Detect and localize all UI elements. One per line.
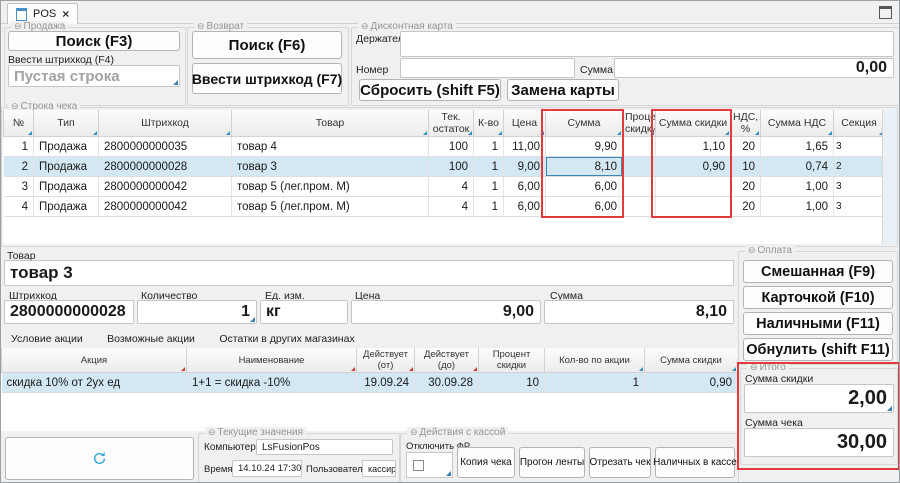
total-group: ⊖Итого Сумма скидки 2,00 Сумма чека 30,0…	[740, 368, 898, 465]
cut-receipt-button[interactable]: Отрезать чек	[589, 447, 651, 478]
unit-field[interactable]: кг	[260, 300, 348, 324]
collapse-icon: ⊖	[750, 362, 758, 372]
price-field[interactable]: 9,00	[351, 300, 541, 324]
collapse-icon: ⊖	[361, 21, 369, 31]
reset-card-button[interactable]: Сбросить (shift F5)	[359, 79, 501, 101]
card-sum-label: Сумма	[580, 64, 613, 76]
receipt-copy-button[interactable]: Копия чека	[457, 447, 515, 478]
pay-card-button[interactable]: Карточкой (F10)	[743, 286, 893, 309]
computer-field[interactable]: LsFusionPos	[256, 439, 393, 455]
column-header[interactable]: Сумма НДС	[761, 110, 834, 137]
current-values-title: Текущие значения	[218, 427, 304, 438]
column-header[interactable]: №	[4, 110, 34, 137]
sale-search-button[interactable]: Поиск (F3)	[8, 31, 180, 51]
sale-group: ⊖Продажа Поиск (F3) Ввести штрихкод (F4)…	[4, 27, 186, 106]
return-search-button[interactable]: Поиск (F6)	[192, 31, 342, 59]
close-icon[interactable]: ×	[62, 9, 69, 19]
restore-window-icon[interactable]	[879, 6, 892, 19]
column-header[interactable]: Кол-во по акции	[545, 348, 645, 373]
column-header[interactable]: Тек. остаток	[429, 110, 474, 137]
column-header[interactable]: Действует (до)	[415, 348, 479, 373]
column-header[interactable]: НДС, %	[731, 110, 761, 137]
computer-label: Компьютер	[204, 442, 256, 453]
sale-barcode-placeholder: Пустая строка	[14, 68, 120, 85]
user-label: Пользователь	[306, 464, 368, 475]
refresh-button[interactable]	[5, 437, 194, 480]
column-header[interactable]: К-во	[474, 110, 504, 137]
column-header[interactable]: Сумма скидки	[645, 348, 738, 373]
column-header[interactable]: Процент скидки	[479, 348, 545, 373]
collapse-icon: ⊖	[748, 245, 756, 255]
total-group-title: Итого	[760, 362, 786, 373]
replace-card-button[interactable]: Замена карты	[507, 79, 619, 101]
pay-cash-button[interactable]: Наличными (F11)	[743, 312, 893, 335]
receipt-table-scrollbar[interactable]	[882, 110, 896, 244]
promo-table: АкцияНаименованиеДействует (от)Действует…	[1, 348, 737, 431]
column-header[interactable]: Штрихкод	[99, 110, 232, 137]
column-header[interactable]: Наименование	[187, 348, 357, 373]
cash-actions-group: ⊖Действия с кассой Отключить ФР Копия че…	[400, 433, 739, 483]
reset-receipt-button[interactable]: Обнулить (shift F11)	[743, 338, 893, 361]
time-field[interactable]: 14.10.24 17:30	[232, 460, 302, 477]
column-header[interactable]: Секция	[834, 110, 883, 137]
table-row[interactable]: 1Продажа2800000000035товар 4100111,009,9…	[4, 137, 883, 157]
table-row[interactable]: скидка 10% от 2ух ед1+1 = скидка -10%19.…	[2, 373, 738, 393]
column-header[interactable]: Процент скидки	[623, 110, 656, 137]
table-row[interactable]: 3Продажа2800000000042товар 5 (лег.пром. …	[4, 177, 883, 197]
return-barcode-button[interactable]: Ввести штрихкод (F7)	[192, 63, 342, 94]
disable-fr-panel	[406, 452, 453, 478]
collapse-icon: ⊖	[197, 21, 205, 31]
user-field[interactable]: кассир маг 1	[362, 460, 396, 477]
sale-barcode-input[interactable]: Пустая строка	[8, 65, 180, 87]
disable-fr-checkbox[interactable]	[413, 460, 424, 471]
collapse-icon: ⊖	[410, 427, 418, 437]
column-header[interactable]: Тип	[34, 110, 99, 137]
card-number-input[interactable]	[400, 58, 575, 78]
quantity-field[interactable]: 1	[137, 300, 257, 324]
receipt-lines-group: ⊖Строка чека №ТипШтрихкодТоварТек. остат…	[1, 107, 898, 247]
pos-window: POS × ⊖Продажа Поиск (F3) Ввести штрихко…	[0, 0, 900, 483]
time-label: Время	[204, 464, 233, 475]
tab-title: POS	[33, 8, 56, 20]
product-barcode-field[interactable]: 2800000000028	[4, 300, 134, 324]
total-sum-field: 30,00	[744, 428, 894, 457]
collapse-icon: ⊖	[14, 21, 22, 31]
pay-mixed-button[interactable]: Смешанная (F9)	[743, 260, 893, 283]
payment-group-title: Оплата	[758, 245, 792, 256]
tab-possible-promos[interactable]: Возможные акции	[105, 331, 197, 348]
total-discount-field: 2,00	[744, 384, 894, 413]
column-header[interactable]: Товар	[232, 110, 429, 137]
cash-actions-title: Действия с кассой	[420, 427, 506, 438]
column-header[interactable]: Действует (от)	[357, 348, 415, 373]
product-name-field: товар 3	[4, 260, 734, 286]
promo-tabs: Условие акции Возможные акции Остатки в …	[9, 329, 373, 346]
current-values-group: ⊖Текущие значения Компьютер LsFusionPos …	[198, 433, 400, 483]
card-sum-input[interactable]: 0,00	[614, 58, 894, 78]
column-header[interactable]: Сумма	[546, 110, 623, 137]
column-header[interactable]: Сумма скидки	[656, 110, 731, 137]
feed-tape-button[interactable]: Прогон ленты	[519, 447, 585, 478]
holder-input[interactable]	[400, 31, 894, 57]
tab-other-stores-stock[interactable]: Остатки в других магазинах	[217, 331, 356, 348]
card-number-label: Номер	[356, 64, 388, 76]
payment-group: ⊖Оплата Смешанная (F9) Карточкой (F10) Н…	[738, 251, 898, 365]
document-icon	[16, 8, 27, 21]
collapse-icon: ⊖	[208, 427, 216, 437]
refresh-icon	[92, 451, 107, 466]
table-row[interactable]: 4Продажа2800000000042товар 5 (лег.пром. …	[4, 197, 883, 217]
receipt-table: №ТипШтрихкодТоварТек. остатокК-воЦенаСум…	[3, 110, 882, 244]
return-group: ⊖Возврат Поиск (F6) Ввести штрихкод (F7)	[187, 27, 349, 106]
cash-in-register-button[interactable]: Наличных в кассе	[655, 447, 735, 478]
product-sum-field[interactable]: 8,10	[544, 300, 734, 324]
column-header[interactable]: Цена	[504, 110, 546, 137]
table-row[interactable]: 2Продажа2800000000028товар 310019,008,10…	[4, 157, 883, 177]
column-header[interactable]: Акция	[2, 348, 187, 373]
